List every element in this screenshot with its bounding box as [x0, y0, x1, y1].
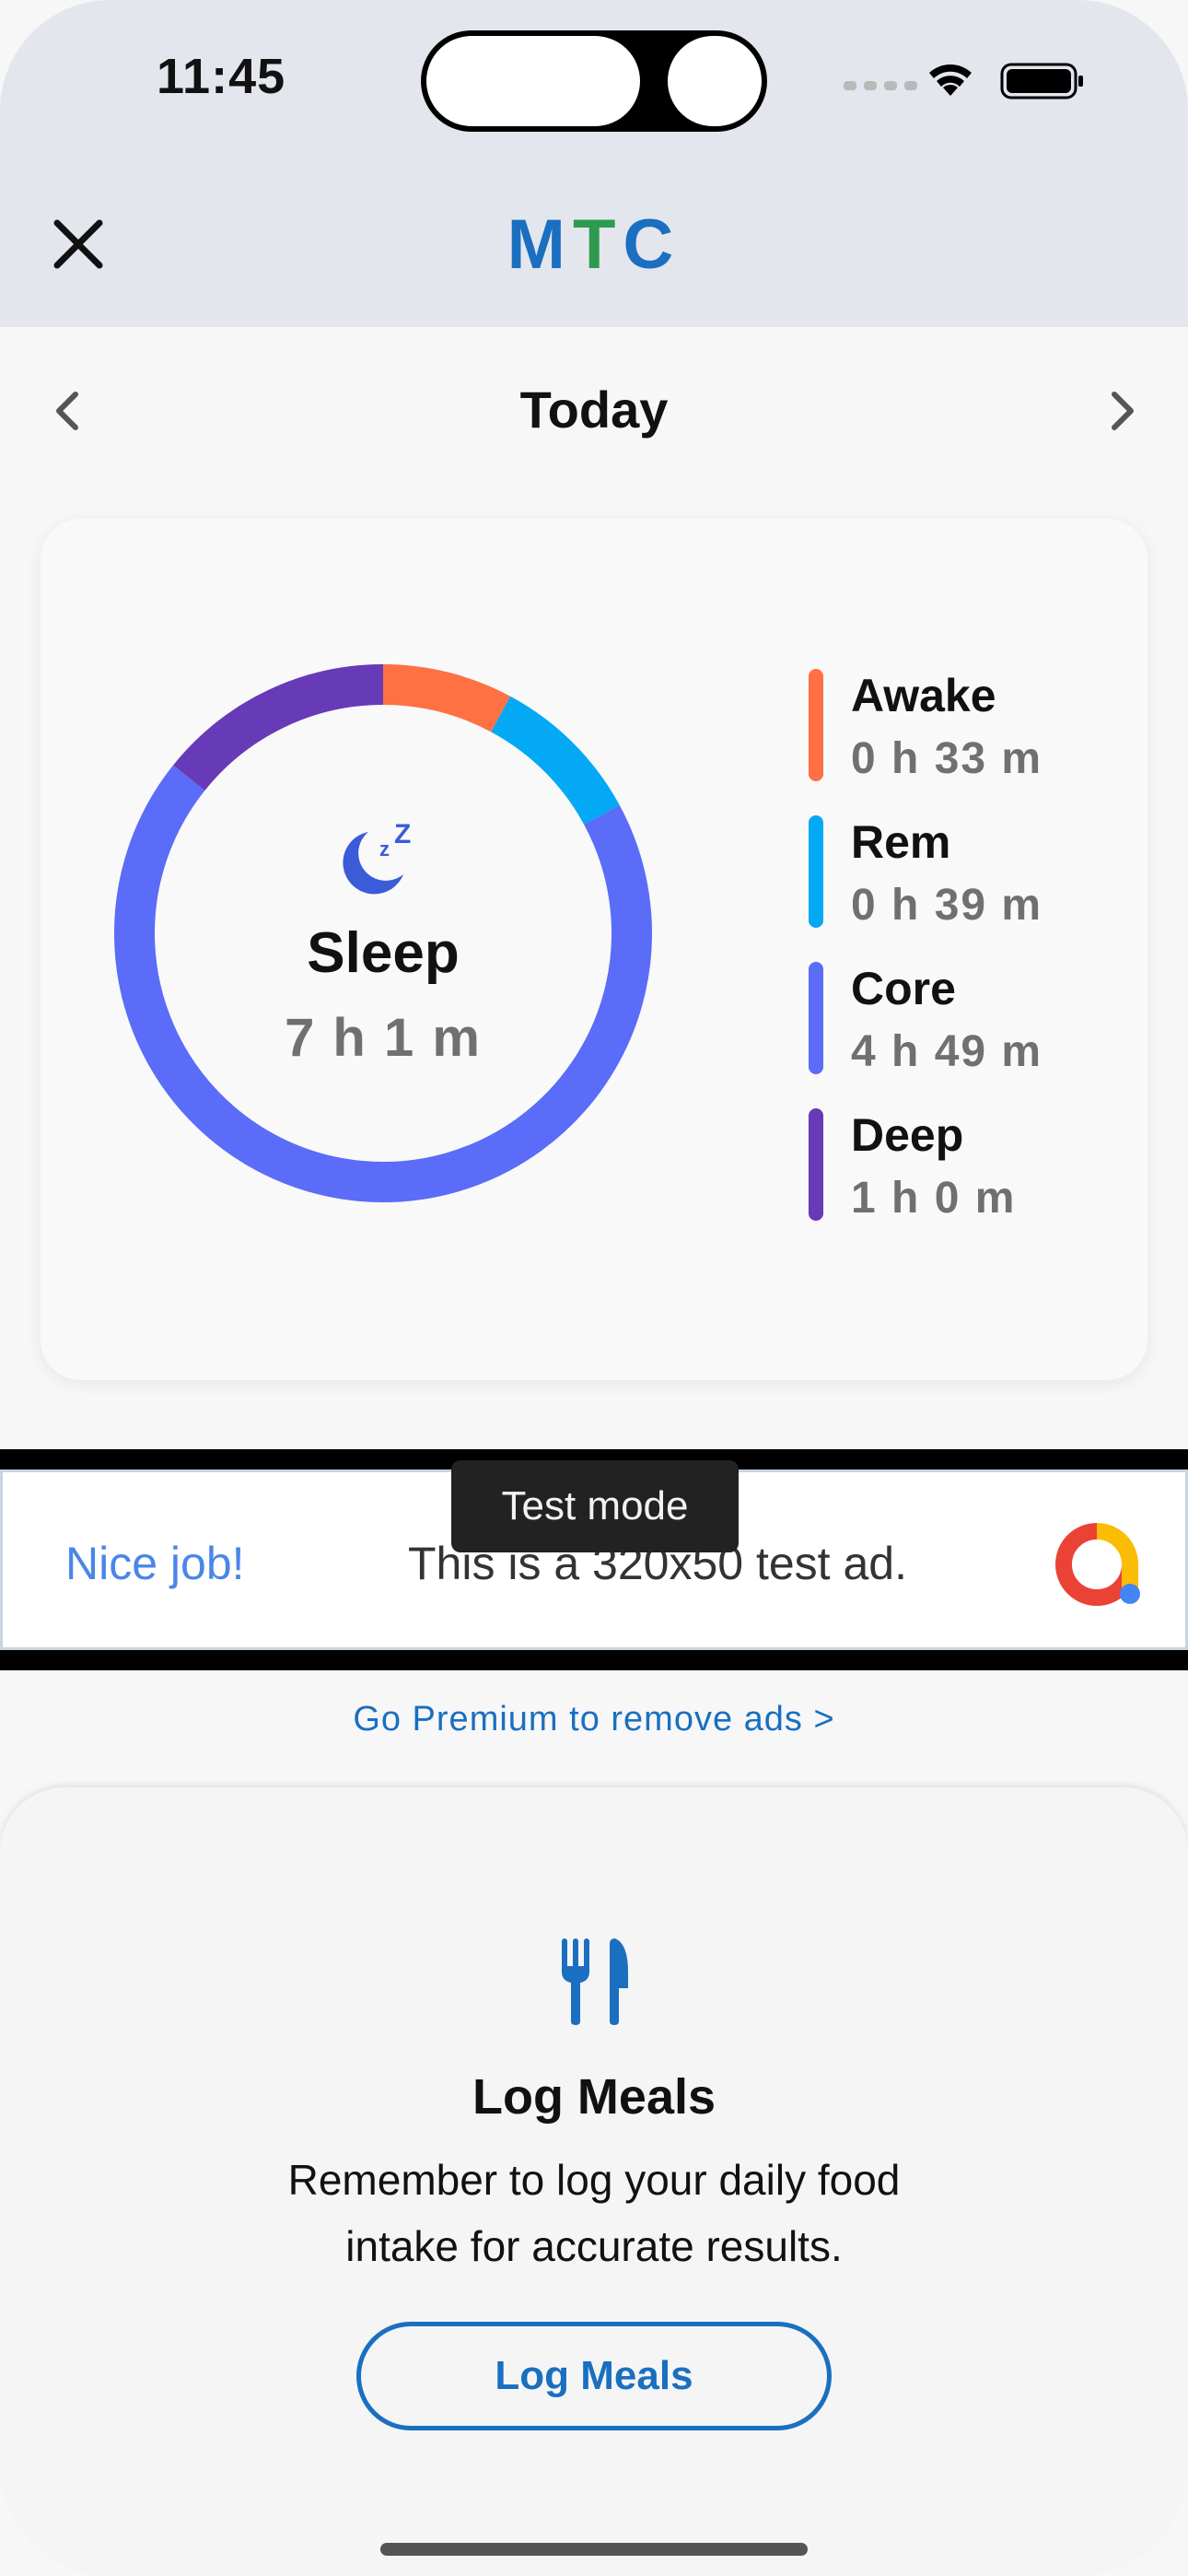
dynamic-island	[421, 30, 767, 132]
legend-name: Core	[851, 963, 956, 1014]
chevron-right-icon[interactable]	[1096, 385, 1147, 437]
battery-icon	[1000, 63, 1083, 100]
logo-letter: C	[623, 205, 681, 284]
screen: 11:45 MTC Today z Z Sleep 7 h 1 m Awake …	[0, 0, 1188, 2576]
date-title: Today	[519, 381, 669, 439]
sleep-total: 7 h 1 m	[285, 1008, 482, 1068]
date-navigation: Today	[0, 369, 1188, 451]
legend-item-rem: Rem 0 h 39 m	[809, 815, 1131, 962]
fork-knife-icon	[562, 1938, 628, 2025]
legend-value: 0 h 33 m	[851, 734, 1043, 783]
cellular-dots-icon	[844, 81, 917, 90]
sleep-legend: Awake 0 h 33 m Rem 0 h 39 m Core 4 h 49 …	[809, 669, 1131, 1255]
ad-logo-icon	[1055, 1523, 1140, 1606]
legend-value: 0 h 39 m	[851, 881, 1043, 930]
legend-name: Rem	[851, 816, 951, 868]
legend-color-bar	[809, 815, 823, 928]
test-mode-tag: Test mode	[451, 1460, 739, 1552]
log-meals-title: Log Meals	[472, 2069, 716, 2125]
wifi-icon	[929, 64, 972, 96]
go-premium-link[interactable]: Go Premium to remove ads >	[0, 1700, 1188, 1739]
legend-value: 1 h 0 m	[851, 1174, 1017, 1223]
legend-value: 4 h 49 m	[851, 1027, 1043, 1076]
donut-segment-rem	[490, 696, 620, 825]
home-indicator[interactable]	[380, 2543, 808, 2556]
legend-item-awake: Awake 0 h 33 m	[809, 669, 1131, 815]
log-meals-description: Remember to log your daily food intake f…	[287, 2156, 901, 2270]
legend-item-core: Core 4 h 49 m	[809, 962, 1131, 1108]
app-header: 11:45 MTC	[0, 0, 1188, 327]
logo-letter: T	[572, 205, 623, 284]
log-meals-card: Log Meals Remember to log your daily foo…	[0, 1787, 1188, 2576]
legend-name: Awake	[851, 670, 996, 721]
legend-color-bar	[809, 669, 823, 781]
legend-color-bar	[809, 962, 823, 1074]
sleep-summary-card[interactable]: z Z Sleep 7 h 1 m Awake 0 h 33 m Rem 0 h…	[41, 519, 1147, 1380]
logo-letter: M	[507, 205, 573, 284]
donut-segment-awake	[382, 664, 511, 732]
legend-color-bar	[809, 1108, 823, 1221]
legend-item-deep: Deep 1 h 0 m	[809, 1108, 1131, 1255]
log-meals-button[interactable]: Log Meals	[356, 2322, 832, 2430]
moon-zzz-icon: z Z	[343, 819, 411, 895]
sleep-label: Sleep	[307, 921, 460, 985]
svg-text:z: z	[379, 837, 390, 861]
ad-headline: Nice job!	[65, 1538, 245, 1589]
status-icons	[844, 63, 1083, 100]
svg-text:Z: Z	[394, 819, 411, 849]
status-time: 11:45	[157, 49, 286, 104]
app-logo: MTC	[0, 205, 1188, 285]
legend-name: Deep	[851, 1109, 964, 1161]
donut-segment-deep	[173, 664, 384, 791]
